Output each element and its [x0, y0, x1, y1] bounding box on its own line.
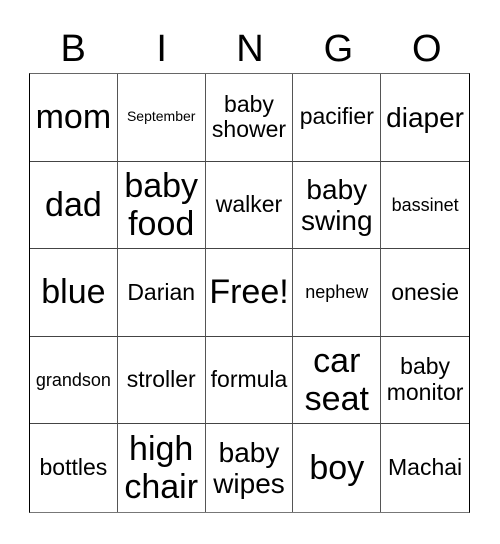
bingo-cell[interactable]: diaper — [381, 74, 469, 162]
bingo-cell[interactable]: bottles — [30, 424, 118, 512]
cell-label: diaper — [386, 101, 465, 133]
cell-label: walker — [215, 191, 283, 218]
cell-label: baby monitor — [386, 353, 464, 406]
header-letter-n: N — [236, 28, 264, 70]
bingo-cell[interactable]: high chair — [118, 424, 206, 512]
cell-label: car seat — [304, 342, 369, 419]
bingo-cell[interactable]: boy — [293, 424, 382, 512]
cell-label: mom — [35, 98, 112, 137]
bingo-cell[interactable]: stroller — [117, 336, 206, 425]
header-letter-b: B — [60, 28, 86, 70]
header-letter-i: I — [156, 28, 167, 70]
cell-label: baby swing — [300, 173, 373, 236]
cell-label: bottles — [39, 454, 108, 481]
bingo-cell[interactable]: bassinet — [381, 162, 469, 250]
bingo-cell[interactable]: onesie — [381, 249, 469, 337]
cell-label: formula — [210, 366, 288, 393]
cell-label: baby wipes — [213, 436, 285, 500]
cell-label: nephew — [305, 282, 369, 303]
bingo-cell[interactable]: grandson — [30, 336, 118, 425]
bingo-cell[interactable]: baby shower — [205, 74, 294, 162]
bingo-header: B I N G O — [29, 26, 471, 72]
cell-label: boy — [309, 449, 365, 488]
cell-label: grandson — [35, 370, 111, 391]
cell-label: Machai — [388, 454, 463, 481]
bingo-cell[interactable]: walker — [205, 161, 294, 250]
bingo-cell[interactable]: blue — [30, 249, 118, 337]
cell-label: Free! — [209, 273, 289, 312]
free-space-cell[interactable]: Free! — [205, 249, 294, 337]
header-letter-g: G — [323, 28, 354, 70]
bingo-cell[interactable]: baby swing — [293, 161, 382, 250]
cell-label: bassinet — [391, 194, 459, 215]
cell-label: stroller — [126, 366, 196, 393]
bingo-cell[interactable]: dad — [30, 161, 118, 250]
bingo-cell[interactable]: formula — [205, 336, 294, 425]
cell-label: high chair — [124, 430, 199, 507]
bingo-cell[interactable]: baby food — [117, 161, 206, 250]
bingo-cell[interactable]: Machai — [381, 424, 469, 512]
cell-label: onesie — [391, 278, 459, 305]
cell-label: Darian — [127, 278, 196, 305]
bingo-cell[interactable]: pacifier — [293, 74, 382, 162]
bingo-cell[interactable]: baby monitor — [381, 337, 469, 425]
cell-label: blue — [41, 273, 106, 312]
bingo-cell[interactable]: car seat — [293, 336, 382, 425]
cell-label: baby food — [124, 166, 199, 243]
cell-label: pacifier — [299, 103, 374, 130]
bingo-cell[interactable]: mom — [30, 74, 118, 162]
cell-label: baby shower — [211, 90, 287, 143]
bingo-grid: mom September baby shower pacifier diaper dad… — [29, 73, 470, 513]
bingo-cell[interactable]: September — [117, 74, 206, 162]
bingo-cell[interactable]: Darian — [117, 249, 206, 337]
cell-label: September — [126, 108, 196, 125]
header-letter-o: O — [412, 28, 442, 70]
bingo-cell[interactable]: baby wipes — [206, 424, 294, 512]
bingo-cell[interactable]: nephew — [293, 249, 382, 337]
cell-label: dad — [45, 185, 102, 224]
